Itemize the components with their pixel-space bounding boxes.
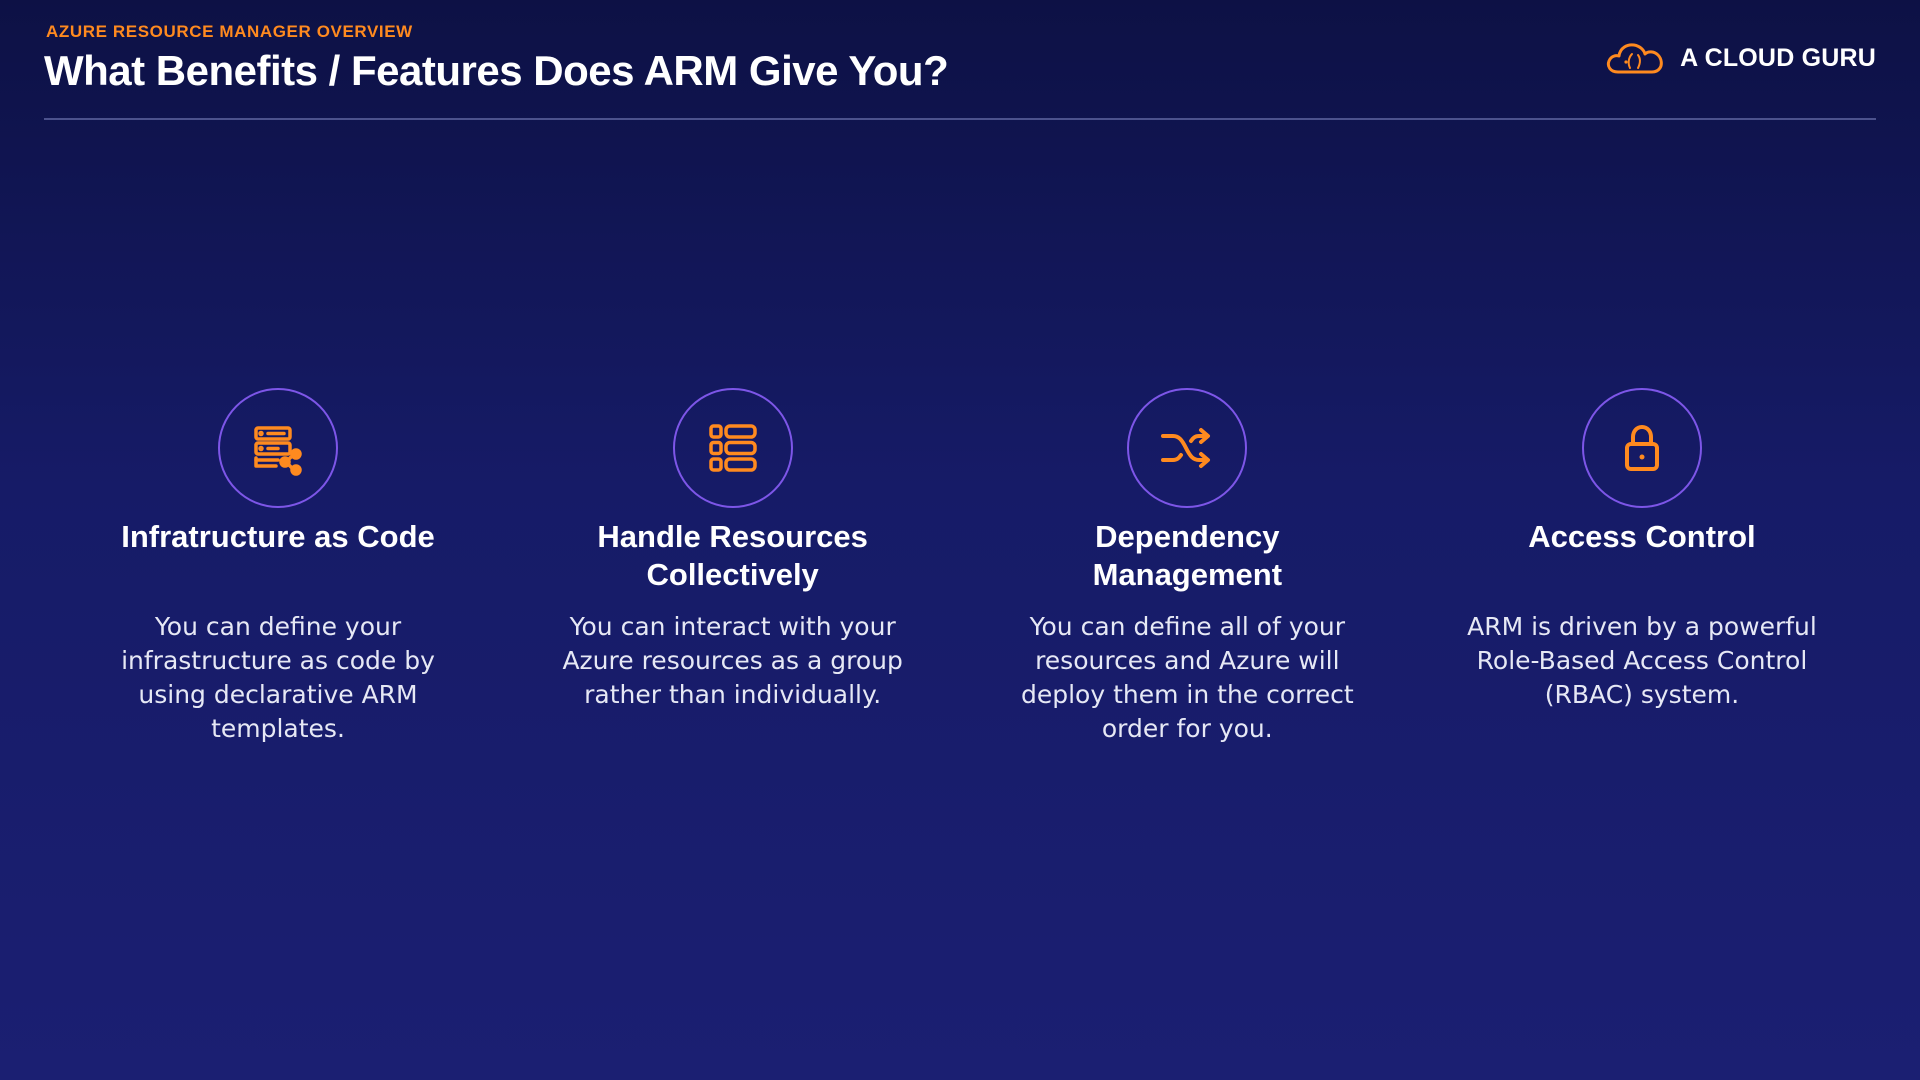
- section-label: AZURE RESOURCE MANAGER OVERVIEW: [46, 22, 413, 41]
- feature-dependency-management: Dependency Management You can define all…: [997, 388, 1377, 746]
- feature-description: You can define all of your resources and…: [1020, 612, 1354, 743]
- feature-icon-circle: [218, 388, 338, 508]
- feature-description: You can define your infrastructure as co…: [121, 612, 435, 743]
- feature-icon-circle: [672, 388, 793, 508]
- slide-header: AZURE RESOURCE MANAGER OVERVIEW What Ben…: [44, 22, 1876, 94]
- feature-description: You can interact with your Azure resourc…: [562, 612, 903, 709]
- server-share-icon: [254, 426, 302, 476]
- feature-title: Infratructure as Code: [121, 519, 435, 554]
- brand-name: A CLOUD GURU: [1680, 43, 1876, 72]
- slide-title: What Benefits / Features Does ARM Give Y…: [44, 47, 949, 94]
- feature-icon-circle: [1581, 388, 1702, 508]
- feature-infrastructure-as-code: Infratructure as Code You can define you…: [88, 388, 468, 746]
- feature-icon-circle: [1127, 388, 1248, 508]
- feature-handle-resources-collectively: Handle Resources Collectively You can in…: [543, 388, 923, 746]
- list-icon: [708, 424, 757, 472]
- features-row: Infratructure as Code You can define you…: [88, 388, 1832, 746]
- header-divider: [44, 118, 1876, 120]
- brand: A CLOUD GURU: [1604, 38, 1876, 78]
- cloud-logo-icon: [1607, 43, 1663, 74]
- shuffle-icon: [1161, 428, 1211, 468]
- feature-description: ARM is driven by a powerful Role-Based A…: [1467, 612, 1817, 709]
- feature-title: Access Control: [1528, 519, 1756, 554]
- feature-access-control: Access Control ARM is driven by a powerf…: [1452, 388, 1832, 746]
- lock-icon: [1624, 425, 1659, 471]
- feature-title: Handle Resources Collectively: [597, 519, 868, 592]
- feature-title: Dependency Management: [1092, 519, 1283, 592]
